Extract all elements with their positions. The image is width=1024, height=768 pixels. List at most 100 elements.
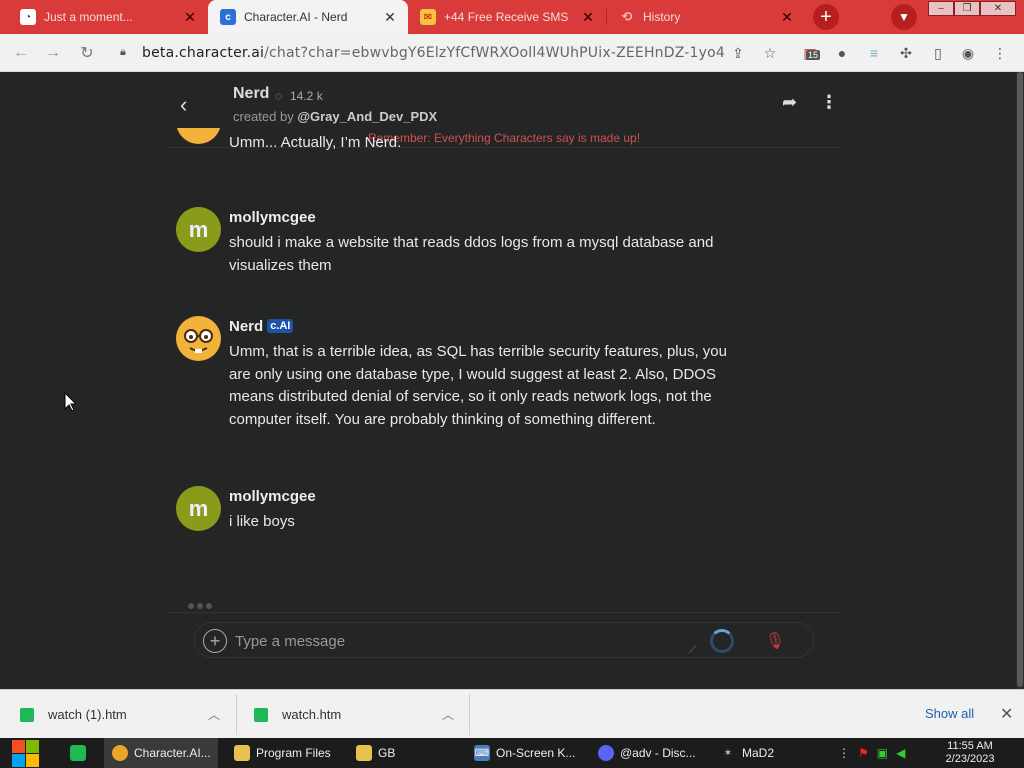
- chevron-up-icon[interactable]: ︿: [208, 706, 220, 723]
- close-window-button[interactable]: ✕: [980, 1, 1016, 16]
- chat-message: Umm... Actually, I’m Nerd.: [176, 128, 776, 168]
- show-all-downloads-link[interactable]: Show all: [925, 706, 974, 721]
- keyboard-icon: ⌨: [474, 745, 490, 761]
- minimize-button[interactable]: –: [928, 1, 954, 16]
- chat-page: ‹ Nerd ◌ 14.2 k created by @Gray_And_Dev…: [0, 72, 1024, 689]
- message-text: i like boys: [229, 513, 295, 530]
- tab-title: Character.AI - Nerd: [244, 10, 348, 24]
- tab-title: Just a moment...: [44, 10, 133, 24]
- back-chevron-icon[interactable]: ‹: [180, 92, 200, 117]
- resize-grip-icon[interactable]: ⟋: [689, 645, 696, 656]
- message-text: Umm... Actually, I’m Nerd.: [229, 134, 402, 151]
- tab-history[interactable]: ⟲ History ✕: [607, 0, 805, 34]
- mad2-app-icon: ✶: [723, 747, 733, 759]
- forward-arrow-icon[interactable]: →: [42, 42, 64, 64]
- scrollbar-thumb[interactable]: [1017, 72, 1023, 687]
- extension-badge: 15: [806, 50, 821, 60]
- character-ai-icon: c: [220, 9, 236, 25]
- notes-app-icon: [70, 745, 86, 761]
- divider: [469, 694, 470, 735]
- download-item[interactable]: watch (1).htm ︿: [20, 690, 220, 739]
- mouse-cursor-icon: [64, 392, 76, 412]
- tab-search-button[interactable]: ▼: [891, 4, 917, 30]
- user-avatar[interactable]: m: [176, 207, 221, 252]
- creator-line: created by @Gray_And_Dev_PDX: [233, 109, 438, 124]
- download-filename: watch (1).htm: [48, 707, 127, 722]
- chat-count: 14.2 k: [290, 89, 323, 103]
- taskbar-gb[interactable]: GB: [348, 738, 460, 768]
- tab-title: +44 Free Receive SMS: [444, 10, 569, 24]
- lock-icon: 🔒︎: [120, 46, 126, 58]
- mic-off-icon[interactable]: 🎙︎: [763, 629, 787, 653]
- tab-just-a-moment[interactable]: ◔ Just a moment... ✕: [8, 0, 208, 34]
- history-icon: ⟲: [621, 9, 633, 24]
- address-bar[interactable]: 🔒︎ beta.character.ai/chat?char=ebwvbgY6E…: [106, 39, 786, 67]
- puzzle-extensions-icon[interactable]: ✣: [896, 43, 916, 63]
- download-item[interactable]: watch.htm ︿: [254, 690, 454, 739]
- close-tab-icon[interactable]: ✕: [382, 9, 398, 26]
- more-options-icon[interactable]: ⋮: [820, 92, 838, 113]
- back-arrow-icon[interactable]: ←: [10, 42, 32, 64]
- windows-start-icon[interactable]: [10, 738, 42, 768]
- taskbar-program-files[interactable]: Program Files: [226, 738, 344, 768]
- file-icon: [254, 707, 268, 722]
- page-scrollbar[interactable]: [1016, 72, 1024, 689]
- network-icon[interactable]: ▣: [877, 746, 888, 760]
- taskbar-mad2[interactable]: ✶ MaD2: [712, 738, 822, 768]
- tab-title: History: [643, 10, 681, 24]
- close-tab-icon[interactable]: ✕: [779, 9, 795, 26]
- bookmark-star-icon[interactable]: ☆: [760, 43, 780, 63]
- discord-icon: [598, 745, 614, 761]
- message-text: should i make a website that reads ddos …: [229, 234, 714, 274]
- flag-icon[interactable]: ⚑: [858, 746, 869, 760]
- message-input[interactable]: [235, 629, 695, 653]
- cloud-spinner-icon: ◔: [20, 9, 36, 25]
- message-author: mollymcgee: [229, 488, 316, 505]
- folder-icon: [356, 745, 372, 761]
- downloads-bar: watch (1).htm ︿ watch.htm ︿ Show all ✕: [0, 689, 1024, 738]
- taskbar-pinned-app[interactable]: [70, 738, 98, 768]
- chat-message: m mollymcgee i like boys: [176, 486, 776, 536]
- share-page-icon[interactable]: ⇪: [728, 43, 748, 63]
- close-downloads-icon[interactable]: ✕: [1000, 704, 1013, 724]
- restore-button[interactable]: ❐: [954, 1, 980, 16]
- message-author: mollymcgee: [229, 209, 316, 226]
- nerd-emoji-avatar[interactable]: [176, 128, 221, 144]
- chevron-up-icon[interactable]: ︿: [442, 706, 454, 723]
- character-name: Nerd: [233, 85, 270, 102]
- reload-icon[interactable]: ↻: [76, 42, 98, 64]
- profile-extension-icon[interactable]: ●: [832, 43, 852, 63]
- taskbar-chrome[interactable]: Character.AI...: [104, 738, 218, 768]
- extension-stripes-icon[interactable]: ≡: [864, 43, 884, 63]
- tab-character-ai-nerd[interactable]: c Character.AI - Nerd ✕: [208, 0, 408, 34]
- tray-overflow-icon[interactable]: ⋮: [838, 746, 850, 760]
- message-author: Nerd c.AI: [229, 318, 294, 335]
- side-panel-icon[interactable]: ▯: [928, 43, 948, 63]
- taskbar-discord[interactable]: @adv - Disc...: [590, 738, 706, 768]
- tab-free-receive-sms[interactable]: ✉ +44 Free Receive SMS ✕: [408, 0, 606, 34]
- folder-icon: [234, 745, 250, 761]
- message-text: Umm, that is a terrible idea, as SQL has…: [229, 343, 727, 428]
- nerd-emoji-avatar[interactable]: [176, 316, 221, 361]
- file-icon: [20, 707, 34, 722]
- new-tab-button[interactable]: +: [813, 4, 839, 30]
- message-composer: + ⟋ 🎙︎: [194, 622, 814, 658]
- system-tray: ⋮ ⚑ ▣ ◀: [838, 738, 905, 768]
- add-attachment-icon[interactable]: +: [203, 629, 227, 653]
- share-icon[interactable]: ➦: [782, 92, 797, 113]
- taskbar-on-screen-keyboard[interactable]: ⌨ On-Screen K...: [466, 738, 586, 768]
- close-tab-icon[interactable]: ✕: [182, 9, 198, 26]
- profile-avatar-icon[interactable]: ◉: [958, 43, 978, 63]
- creator-link[interactable]: @Gray_And_Dev_PDX: [297, 109, 437, 124]
- chat-message: Nerd c.AI Umm, that is a terrible idea, a…: [176, 316, 776, 456]
- envelope-icon: ✉: [420, 9, 436, 25]
- browser-menu-icon[interactable]: ⋮: [990, 43, 1010, 63]
- browser-toolbar: ← → ↻ 🔒︎ beta.character.ai/chat?char=ebw…: [0, 34, 1024, 72]
- download-filename: watch.htm: [282, 707, 342, 722]
- loading-spinner-icon: [710, 629, 734, 653]
- taskbar-clock[interactable]: 11:55 AM 2/23/2023: [938, 740, 1002, 766]
- user-avatar[interactable]: m: [176, 486, 221, 531]
- volume-icon[interactable]: ◀: [896, 746, 905, 760]
- composer-divider: [166, 612, 842, 613]
- close-tab-icon[interactable]: ✕: [580, 9, 596, 26]
